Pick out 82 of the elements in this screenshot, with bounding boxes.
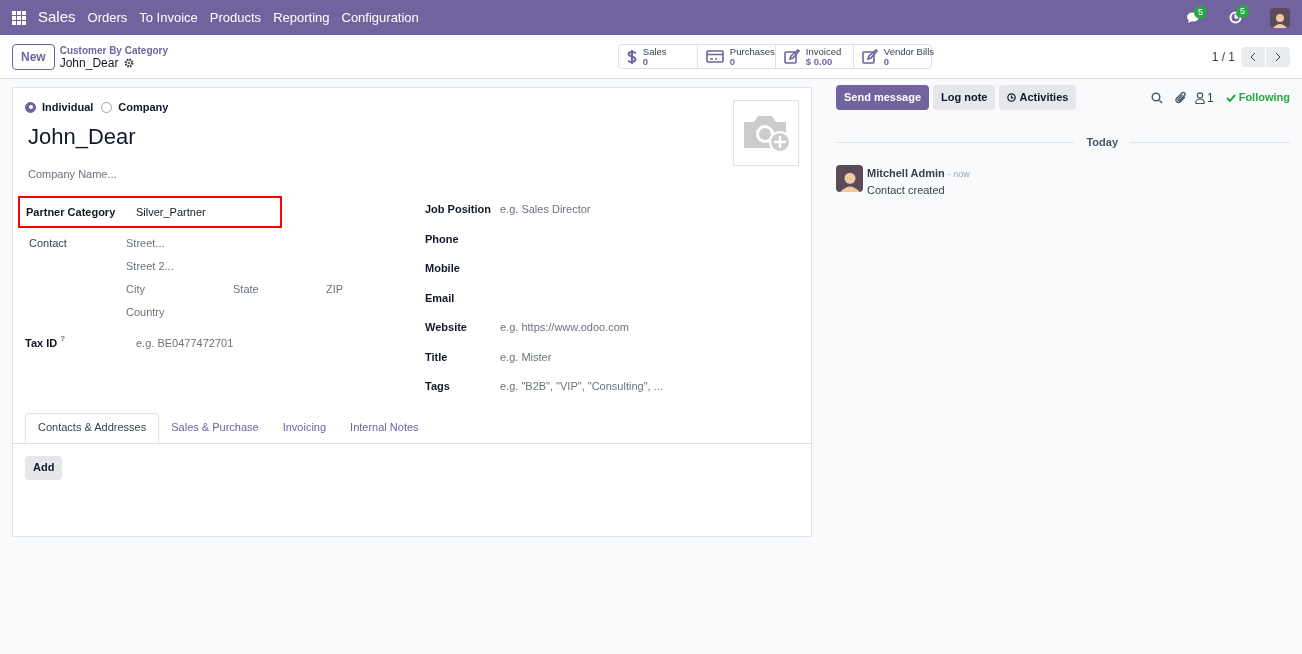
message-time: - now [947, 167, 970, 181]
field-label: Email [425, 290, 456, 306]
street2-field[interactable]: Street 2... [126, 258, 386, 274]
input-field[interactable]: e.g. "B2B", "VIP", "Consulting", ... [500, 378, 663, 395]
new-button[interactable]: New [12, 43, 55, 70]
state-field[interactable]: State [233, 281, 326, 297]
user-avatar[interactable] [1270, 7, 1290, 28]
author-name: Mitchell Admin [867, 165, 945, 181]
field-label: Job Position [425, 202, 492, 217]
chatter-button[interactable]: Send message [836, 85, 930, 110]
input-field[interactable]: e.g. Sales Director [500, 201, 591, 218]
smart-button-label: Purchases [729, 46, 775, 57]
radio-button[interactable] [25, 101, 36, 113]
radio-button[interactable] [101, 101, 113, 113]
field-label: Phone [425, 231, 460, 247]
menu-item[interactable]: Orders [87, 7, 128, 28]
clock-icon [1007, 93, 1017, 102]
country-field[interactable]: Country [126, 304, 386, 320]
chatter-button[interactable]: Activities [999, 85, 1077, 110]
following-button[interactable]: Following [1225, 89, 1290, 106]
city-field[interactable]: City [126, 281, 233, 297]
edit-icon [861, 49, 878, 64]
zip-field[interactable]: ZIP [326, 281, 386, 297]
smart-button-label: Invoiced [805, 46, 842, 57]
tab[interactable]: Invoicing [270, 412, 339, 443]
tax-id-field[interactable]: e.g. BE0477472701 [136, 335, 234, 352]
help-tooltip[interactable]: ? [60, 335, 66, 343]
followers-button[interactable]: 1 [1195, 88, 1214, 107]
tab[interactable]: Contacts & Addresses [25, 412, 160, 443]
credit-card-icon [705, 50, 724, 63]
smart-button-value: 0 [642, 56, 650, 67]
settings-icon[interactable] [124, 58, 135, 68]
author-avatar [836, 164, 863, 192]
tab[interactable]: Internal Notes [338, 412, 431, 443]
clock-icon[interactable] [1229, 11, 1242, 24]
smart-button[interactable]: Sales 0 [618, 45, 697, 68]
dollar-icon [626, 48, 637, 65]
menu-item[interactable]: Products [209, 7, 262, 28]
chevron-left-icon [1250, 51, 1256, 62]
contact-name: John_Dear [28, 122, 136, 151]
smart-button[interactable]: Invoiced $ 0.00 [774, 45, 853, 68]
field-value[interactable]: Silver_Partner [136, 203, 206, 221]
field-label: Contact [28, 236, 68, 251]
paperclip-icon[interactable] [1175, 91, 1187, 104]
field-label: Tags [425, 379, 451, 394]
menu-item[interactable]: To Invoice [139, 7, 198, 28]
date-separator: Today [1086, 135, 1118, 150]
edit-icon [783, 49, 800, 64]
field-label: Title [425, 349, 449, 365]
smart-button-value: 0 [883, 56, 891, 67]
smart-button-label: Sales [642, 46, 667, 57]
count-badge: 5 [1236, 5, 1249, 18]
person-icon [1195, 91, 1205, 104]
field-label: Mobile [425, 261, 461, 276]
check-icon [1225, 93, 1236, 102]
radio-label: Company [118, 100, 169, 115]
count-badge: 5 [1194, 5, 1207, 19]
pager-value: 1 / 1 [1211, 48, 1235, 66]
chevron-right-icon [1275, 51, 1281, 62]
input-field[interactable]: e.g. https://www.odoo.com [500, 319, 629, 336]
smart-button-label: Vendor Bills [883, 46, 934, 57]
street-field[interactable]: Street... [126, 235, 386, 251]
field-label: Website [425, 320, 468, 335]
menu-item[interactable]: Reporting [273, 7, 330, 28]
menu-item[interactable]: Configuration [341, 7, 419, 28]
search-icon[interactable] [1151, 91, 1163, 104]
message-body: Contact created [867, 182, 946, 198]
record-name: John_Dear [59, 56, 119, 70]
breadcrumb-link[interactable]: Customer By Category [59, 43, 169, 57]
input-field[interactable]: e.g. Mister [500, 348, 552, 365]
add-button[interactable]: Add [25, 455, 63, 480]
smart-button-value: $ 0.00 [805, 56, 834, 67]
tab[interactable]: Sales & Purchase [159, 412, 271, 443]
smart-button[interactable]: Purchases 0 [696, 45, 775, 68]
field-label: Tax ID [25, 336, 58, 351]
smart-button-value: 0 [729, 56, 737, 67]
field-label: Partner Category [26, 204, 117, 220]
app-name[interactable]: Sales [38, 6, 76, 29]
apps-menu-icon[interactable] [12, 10, 26, 25]
chatter-button[interactable]: Log note [933, 85, 996, 110]
radio-label: Individual [42, 100, 94, 115]
company-name-field[interactable]: Company Name... [28, 165, 799, 182]
